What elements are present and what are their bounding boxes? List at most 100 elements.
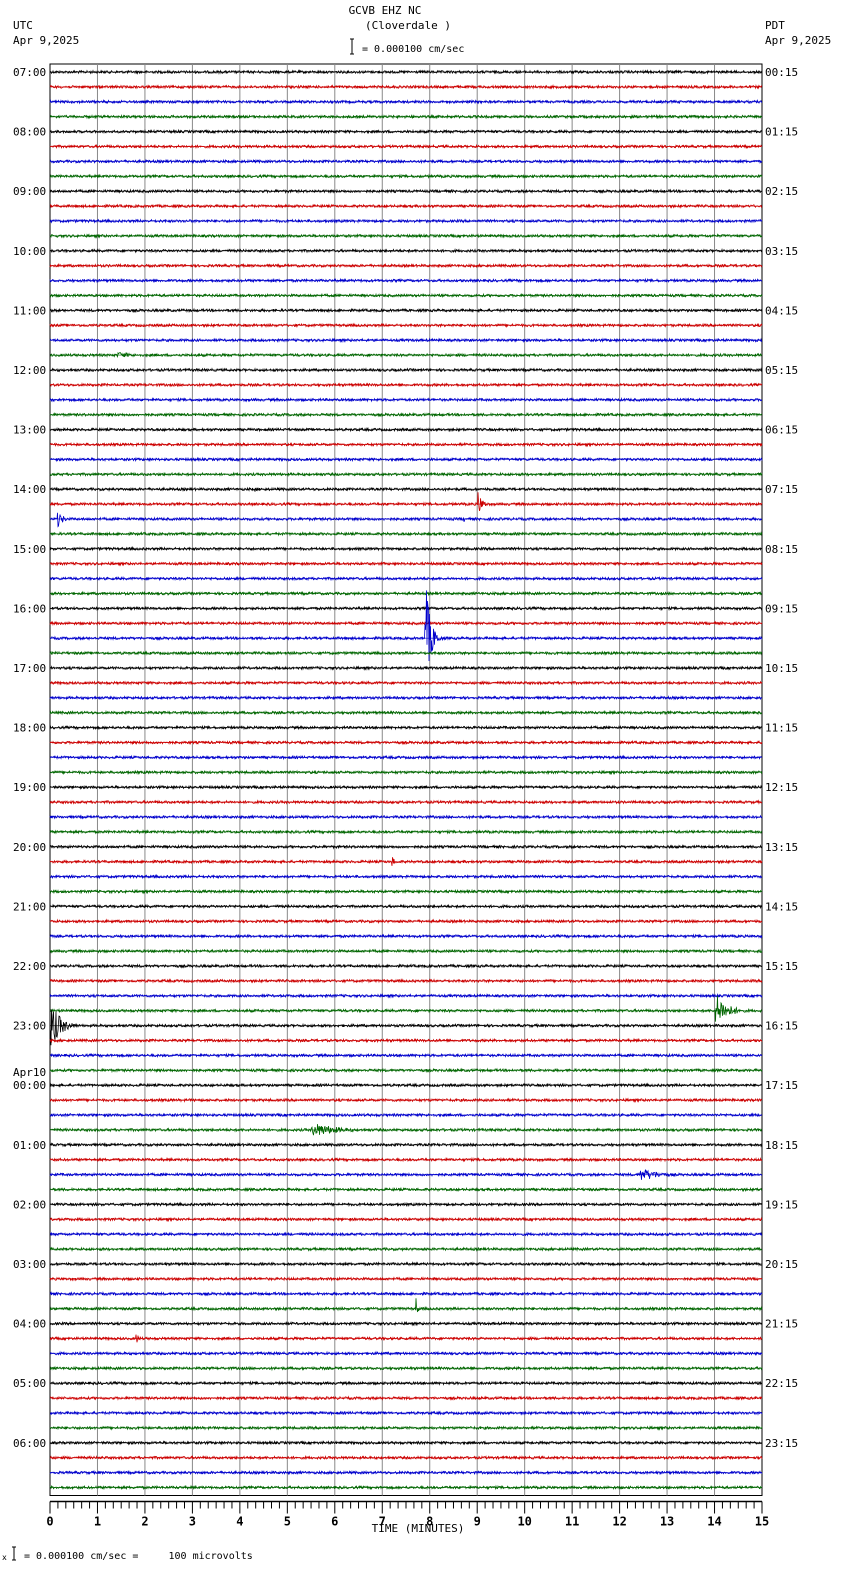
seismic-trace <box>49 814 763 820</box>
seismic-trace <box>49 1298 763 1313</box>
pdt-hour-label: 14:15 <box>765 900 798 913</box>
pdt-hour-label: 03:15 <box>765 245 798 258</box>
seismic-trace <box>50 351 763 358</box>
utc-hour-label: 16:00 <box>13 602 46 615</box>
pdt-hour-label: 18:15 <box>765 1139 798 1152</box>
seismic-trace <box>49 292 763 299</box>
x-tick-label: 5 <box>284 1515 291 1529</box>
pdt-hour-label: 15:15 <box>765 960 798 973</box>
pdt-hour-label: 16:15 <box>765 1020 798 1033</box>
seismic-trace <box>49 143 763 150</box>
pdt-hour-label: 17:15 <box>765 1079 798 1092</box>
seismogram-chart: GCVB EHZ NC (Cloverdale ) UTC Apr 9,2025… <box>2 4 831 1562</box>
x-tick-label: 4 <box>236 1515 243 1529</box>
pdt-hour-label: 07:15 <box>765 483 798 496</box>
left-date: Apr 9,2025 <box>13 34 79 47</box>
seismic-trace <box>49 218 763 224</box>
seismic-trace <box>49 1216 763 1223</box>
utc-hour-label: 15:00 <box>13 543 46 556</box>
seismic-trace <box>49 69 763 75</box>
chart-title: GCVB EHZ NC <box>349 4 422 17</box>
x-tick-label: 10 <box>517 1515 531 1529</box>
pdt-hour-label: 09:15 <box>765 602 798 615</box>
pdt-hour-label: 00:15 <box>765 66 798 79</box>
seismic-trace <box>50 367 763 373</box>
pdt-hour-label: 20:15 <box>765 1258 798 1271</box>
seismic-trace <box>49 888 763 895</box>
scale-bar-icon <box>350 38 354 55</box>
seismic-trace <box>49 995 763 1022</box>
utc-hour-label: 17:00 <box>13 662 46 675</box>
footer-scale-bar-icon <box>12 1546 16 1561</box>
scale-label: = 0.000100 cm/sec <box>362 44 464 55</box>
pdt-hour-label: 11:15 <box>765 722 798 735</box>
seismic-trace <box>49 1320 763 1327</box>
x-tick-label: 15 <box>755 1515 769 1529</box>
seismic-trace <box>49 1439 763 1446</box>
x-tick-label: 3 <box>189 1515 196 1529</box>
utc-hour-label: 09:00 <box>13 185 46 198</box>
pdt-hour-label: 10:15 <box>765 662 798 675</box>
seismic-trace <box>49 1350 763 1357</box>
utc-hour-label: 07:00 <box>13 66 46 79</box>
seismic-trace <box>49 709 762 716</box>
x-tick-label: 6 <box>331 1515 338 1529</box>
seismic-trace <box>49 620 763 627</box>
utc-hour-label: 20:00 <box>13 841 46 854</box>
x-axis-label: TIME (MINUTES) <box>372 1522 465 1535</box>
pdt-hour-label: 22:15 <box>765 1377 798 1390</box>
seismic-trace <box>49 1276 763 1282</box>
seismic-trace <box>49 1261 763 1267</box>
right-date: Apr 9,2025 <box>765 34 831 47</box>
footer-scale-label: = 0.000100 cm/sec = 100 microvolts <box>24 1551 253 1562</box>
pdt-hour-label: 05:15 <box>765 364 798 377</box>
right-timezone: PDT <box>765 19 785 32</box>
pdt-hour-label: 13:15 <box>765 841 798 854</box>
x-tick-label: 11 <box>565 1515 579 1529</box>
seismic-trace <box>49 512 763 528</box>
utc-hour-label: 12:00 <box>13 364 46 377</box>
utc-hour-label: 23:00 <box>13 1020 46 1033</box>
chart-subtitle: (Cloverdale ) <box>365 19 451 32</box>
seismic-trace <box>49 590 763 662</box>
seismic-trace <box>49 1037 763 1044</box>
utc-hour-label: 18:00 <box>13 722 46 735</box>
utc-hour-label: 13:00 <box>13 424 46 437</box>
utc-hour-label: 03:00 <box>13 1258 46 1271</box>
utc-hour-label: 05:00 <box>13 1377 46 1390</box>
utc-hour-label: 14:00 <box>13 483 46 496</box>
utc-hour-label: 06:00 <box>13 1437 46 1450</box>
x-tick-label: 0 <box>46 1515 53 1529</box>
utc-hour-label: 00:00 <box>13 1079 46 1092</box>
seismic-trace <box>49 545 763 552</box>
seismic-trace <box>49 992 763 999</box>
pdt-hour-label: 04:15 <box>765 304 798 317</box>
seismic-trace <box>49 560 763 567</box>
pdt-hour-label: 06:15 <box>765 424 798 437</box>
pdt-hour-label: 23:15 <box>765 1437 798 1450</box>
utc-hour-label: 19:00 <box>13 781 46 794</box>
x-tick-label: 13 <box>660 1515 674 1529</box>
seismic-trace <box>49 1124 763 1136</box>
seismic-trace <box>49 769 763 776</box>
utc-hour-label: 04:00 <box>13 1318 46 1331</box>
utc-hour-label: 02:00 <box>13 1198 46 1211</box>
seismic-trace <box>49 277 763 284</box>
utc-hour-label: 01:00 <box>13 1139 46 1152</box>
pdt-hour-label: 01:15 <box>765 126 798 139</box>
seismic-trace <box>49 113 763 120</box>
seismic-trace <box>49 1395 763 1401</box>
utc-hour-label: 11:00 <box>13 304 46 317</box>
pdt-hour-label: 19:15 <box>765 1198 798 1211</box>
seismic-trace <box>49 1291 763 1297</box>
seismic-trace <box>49 1365 763 1372</box>
footer-prefix: x <box>2 1553 7 1562</box>
seismic-trace <box>49 307 763 314</box>
x-tick-label: 12 <box>612 1515 626 1529</box>
seismic-trace <box>49 1169 763 1180</box>
seismic-trace <box>49 739 763 746</box>
utc-hour-label: 10:00 <box>13 245 46 258</box>
seismic-trace <box>49 98 763 105</box>
utc-hour-label: 22:00 <box>13 960 46 973</box>
seismic-trace <box>49 680 763 686</box>
